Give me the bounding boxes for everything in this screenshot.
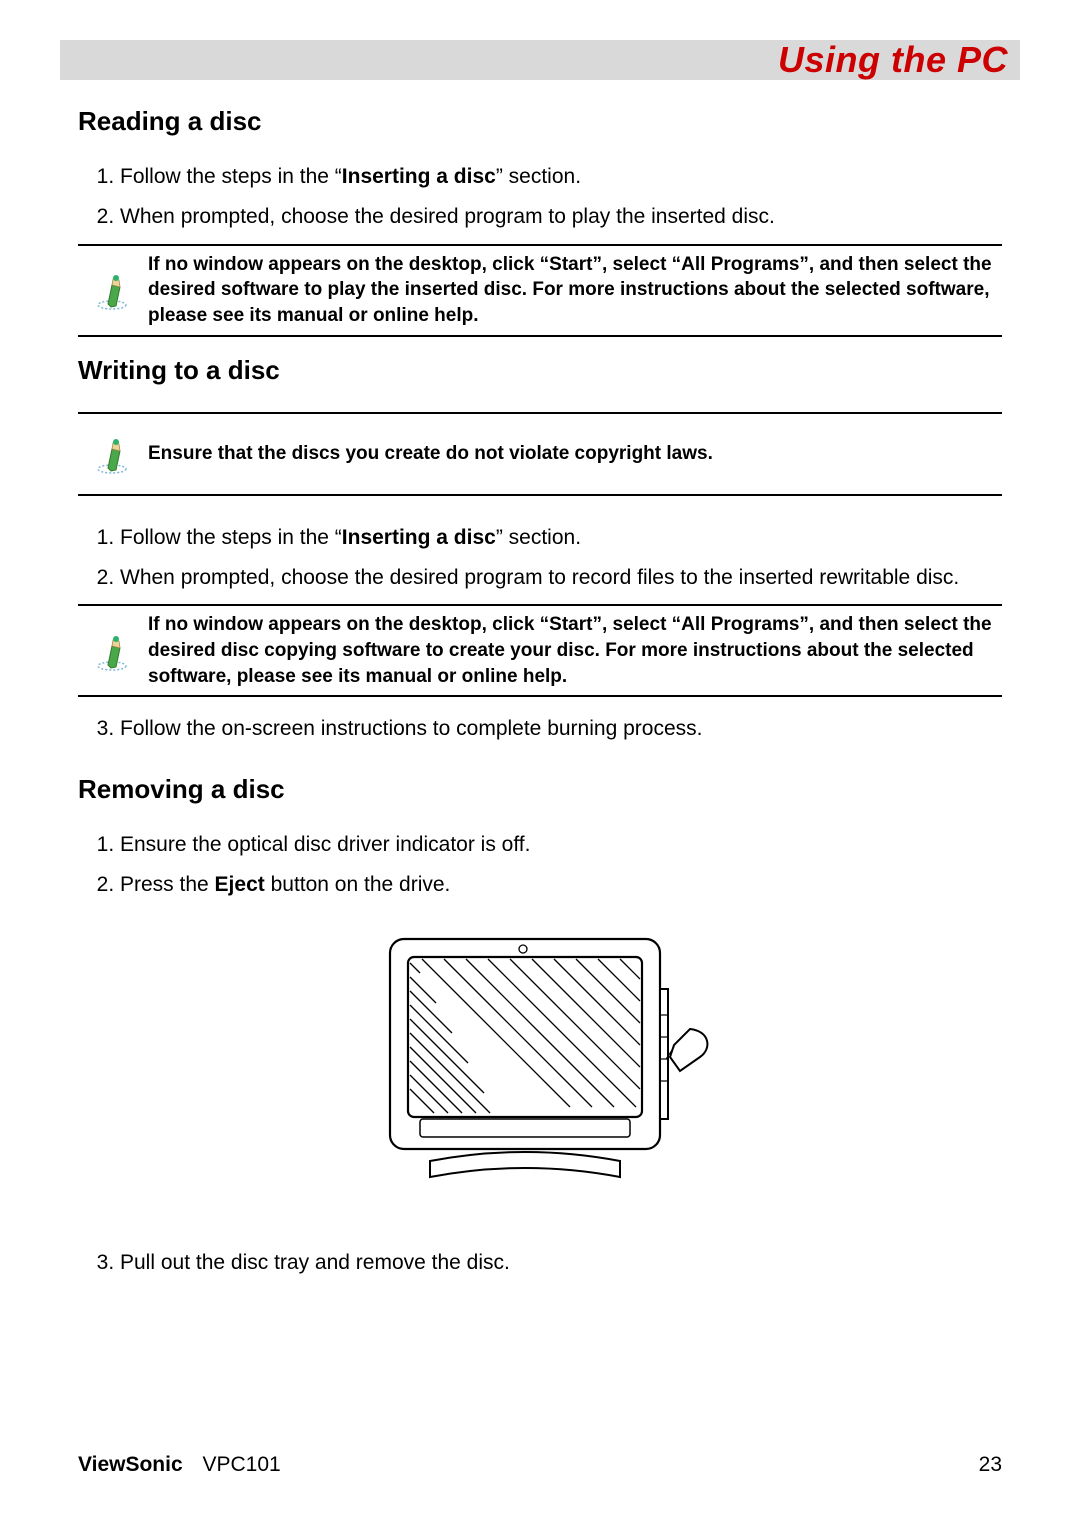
section-reading-title: Reading a disc — [78, 106, 1002, 137]
text: Follow the steps in the “ — [120, 526, 342, 549]
note-text: Ensure that the discs you create do not … — [148, 441, 723, 467]
removing-step-2: Press the Eject button on the drive. — [120, 871, 1002, 899]
writing-steps-b: Follow the on-screen instructions to com… — [78, 715, 1002, 743]
monitor-eject-figure — [78, 919, 1002, 1199]
removing-steps-b: Pull out the disc tray and remove the di… — [78, 1249, 1002, 1277]
text: button on the drive. — [265, 873, 451, 896]
note-text: If no window appears on the desktop, cli… — [148, 612, 1002, 689]
header-title: Using the PC — [778, 39, 1008, 81]
text-bold: Inserting a disc — [342, 165, 496, 188]
footer-left: ViewSonic VPC101 — [78, 1453, 281, 1477]
writing-steps-a: Follow the steps in the “Inserting a dis… — [78, 524, 1002, 593]
reading-step-2: When prompted, choose the desired progra… — [120, 203, 1002, 231]
footer-model: VPC101 — [203, 1453, 281, 1476]
reading-steps: Follow the steps in the “Inserting a dis… — [78, 163, 1002, 232]
text: ” section. — [496, 526, 581, 549]
reading-step-1: Follow the steps in the “Inserting a dis… — [120, 163, 1002, 191]
pencil-icon — [78, 270, 148, 310]
section-removing-title: Removing a disc — [78, 774, 1002, 805]
footer-brand: ViewSonic — [78, 1453, 183, 1476]
pencil-icon — [78, 434, 148, 474]
note-writing-2: If no window appears on the desktop, cli… — [78, 604, 1002, 697]
text: ” section. — [496, 165, 581, 188]
writing-step-2: When prompted, choose the desired progra… — [120, 564, 1002, 592]
text: Follow the steps in the “ — [120, 165, 342, 188]
text: Press the — [120, 873, 215, 896]
header-bar: Using the PC — [60, 40, 1020, 80]
writing-step-1: Follow the steps in the “Inserting a dis… — [120, 524, 1002, 552]
note-text: If no window appears on the desktop, cli… — [148, 252, 1002, 329]
removing-steps-a: Ensure the optical disc driver indicator… — [78, 831, 1002, 900]
footer-page: 23 — [979, 1453, 1002, 1477]
section-writing-title: Writing to a disc — [78, 355, 1002, 386]
removing-step-1: Ensure the optical disc driver indicator… — [120, 831, 1002, 859]
text-bold: Eject — [215, 873, 265, 896]
pencil-icon — [78, 631, 148, 671]
note-reading: If no window appears on the desktop, cli… — [78, 244, 1002, 337]
removing-step-3: Pull out the disc tray and remove the di… — [120, 1249, 1002, 1277]
page-footer: ViewSonic VPC101 23 — [78, 1453, 1002, 1477]
writing-step-3: Follow the on-screen instructions to com… — [120, 715, 1002, 743]
text-bold: Inserting a disc — [342, 526, 496, 549]
note-writing-1: Ensure that the discs you create do not … — [78, 412, 1002, 496]
